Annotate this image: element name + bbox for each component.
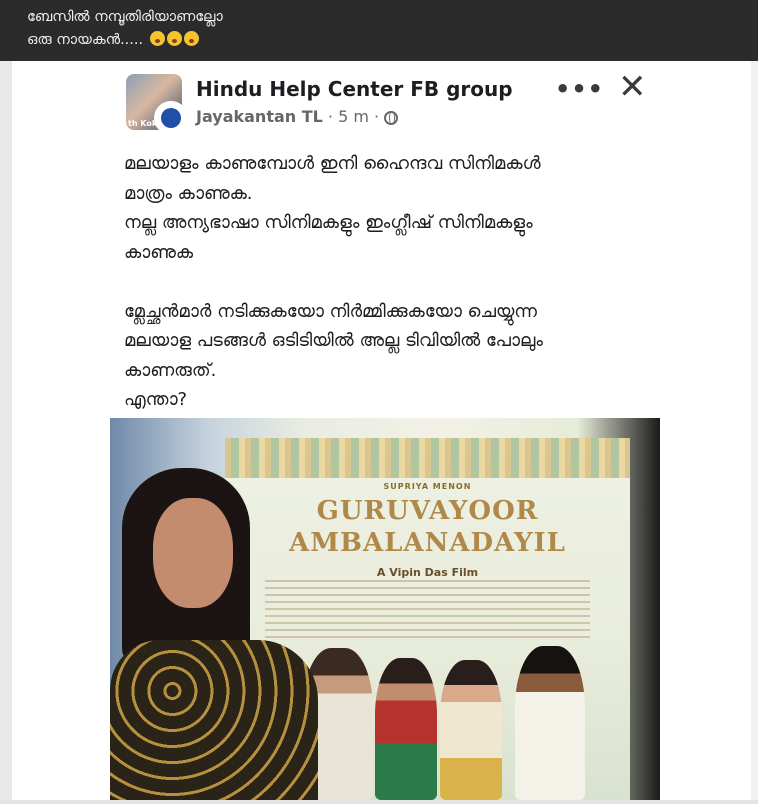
flushed-emoji-icon [149,31,165,46]
meta-separator: · [327,107,339,126]
avatar-label: th Kok [128,119,158,128]
post-photo[interactable]: SUPRIYA MENON GURUVAYOOR AMBALANADAYIL A… [110,418,660,800]
caption-line-1: ബേസിൽ നമ്പൂതിരിയാണല്ലോ [27,9,223,25]
right-margin [751,61,758,804]
poster-title-line-1: GURUVAYOOR [316,496,539,526]
bottom-border [0,800,758,804]
group-name-link[interactable]: Hindu Help Center FB group [196,77,513,101]
flushed-emoji-icon [183,31,199,46]
person-face [153,498,233,608]
flushed-emoji-icon [166,31,182,46]
meta-separator: · [374,107,385,126]
top-caption-bar: ബേസിൽ നമ്പൂതിരിയാണല്ലോ ഒരു നായകൻ..... [0,0,758,61]
author-name-link[interactable]: Jayakantan TL [196,107,323,126]
left-margin [0,61,12,804]
globe-icon [384,111,399,125]
poster-credits [265,580,590,640]
poster-actor-2 [375,658,437,800]
post-time[interactable]: 5 m [338,107,369,126]
poster-director: A Vipin Das Film [376,566,479,579]
post-meta: Jayakantan TL · 5 m · [196,107,399,126]
more-options-icon[interactable]: ••• [555,75,604,103]
facebook-post-card: th Kok Hindu Help Center FB group Jayaka… [12,61,751,800]
author-avatar[interactable] [154,101,188,135]
post-body-text: മലയാളം കാണുമ്പോൾ ഇനി ഹൈന്ദവ സിനിമകൾ മാത്… [124,153,543,410]
poster-actor-4 [515,646,585,800]
poster-presenter: SUPRIYA MENON [383,482,472,491]
poster-title-line-2: AMBALANADAYIL [289,528,566,558]
person-dress [110,640,318,800]
poster-actor-3 [440,660,502,800]
top-caption: ബേസിൽ നമ്പൂതിരിയാണല്ലോ ഒരു നായകൻ..... [27,6,223,52]
poster-garland [225,438,630,478]
caption-line-2: ഒരു നായകൻ..... [27,29,223,52]
close-icon[interactable]: ✕ [618,67,647,107]
